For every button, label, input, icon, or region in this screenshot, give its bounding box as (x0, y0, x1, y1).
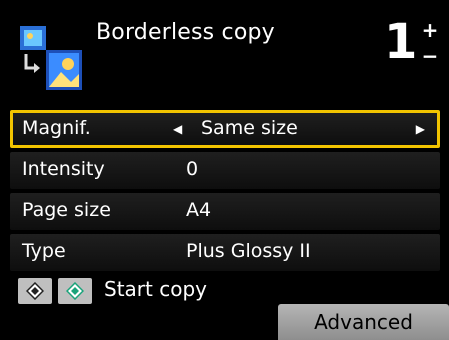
settings-list: Magnif. ◀ Same size ▶ Intensity 0 Page s… (10, 110, 440, 275)
setting-value: Same size (201, 117, 298, 139)
color-start-key[interactable] (58, 278, 92, 304)
setting-label: Intensity (22, 158, 105, 180)
black-start-key[interactable] (18, 278, 52, 304)
setting-label: Magnif. (22, 117, 91, 139)
color-start-icon (66, 282, 84, 300)
left-arrow-icon[interactable]: ◀ (173, 122, 182, 136)
setting-row-type[interactable]: Type Plus Glossy II (10, 234, 440, 271)
decrease-copies-button[interactable]: − (418, 46, 442, 66)
borderless-copy-icon (20, 26, 82, 90)
start-copy-label: Start copy (104, 277, 207, 301)
increase-copies-button[interactable]: + (418, 20, 442, 40)
setting-label: Page size (22, 199, 111, 221)
copy-count: 1 (384, 14, 418, 70)
setting-row-page-size[interactable]: Page size A4 (10, 193, 440, 230)
setting-value: 0 (186, 158, 199, 180)
setting-row-intensity[interactable]: Intensity 0 (10, 152, 440, 189)
start-copy-hint: Start copy (18, 277, 278, 304)
header: Borderless copy 1 + − (0, 0, 449, 100)
setting-value: A4 (186, 199, 212, 221)
setting-row-magnification[interactable]: Magnif. ◀ Same size ▶ (10, 110, 440, 148)
setting-value: Plus Glossy II (186, 240, 311, 262)
setting-label: Type (22, 240, 66, 262)
copy-screen: Borderless copy 1 + − Magnif. ◀ Same siz… (0, 0, 449, 340)
advanced-button[interactable]: Advanced (278, 304, 449, 340)
copies-stepper[interactable]: + − (418, 20, 442, 68)
page-title: Borderless copy (96, 20, 275, 45)
black-start-icon (26, 282, 44, 300)
right-arrow-icon[interactable]: ▶ (416, 122, 425, 136)
